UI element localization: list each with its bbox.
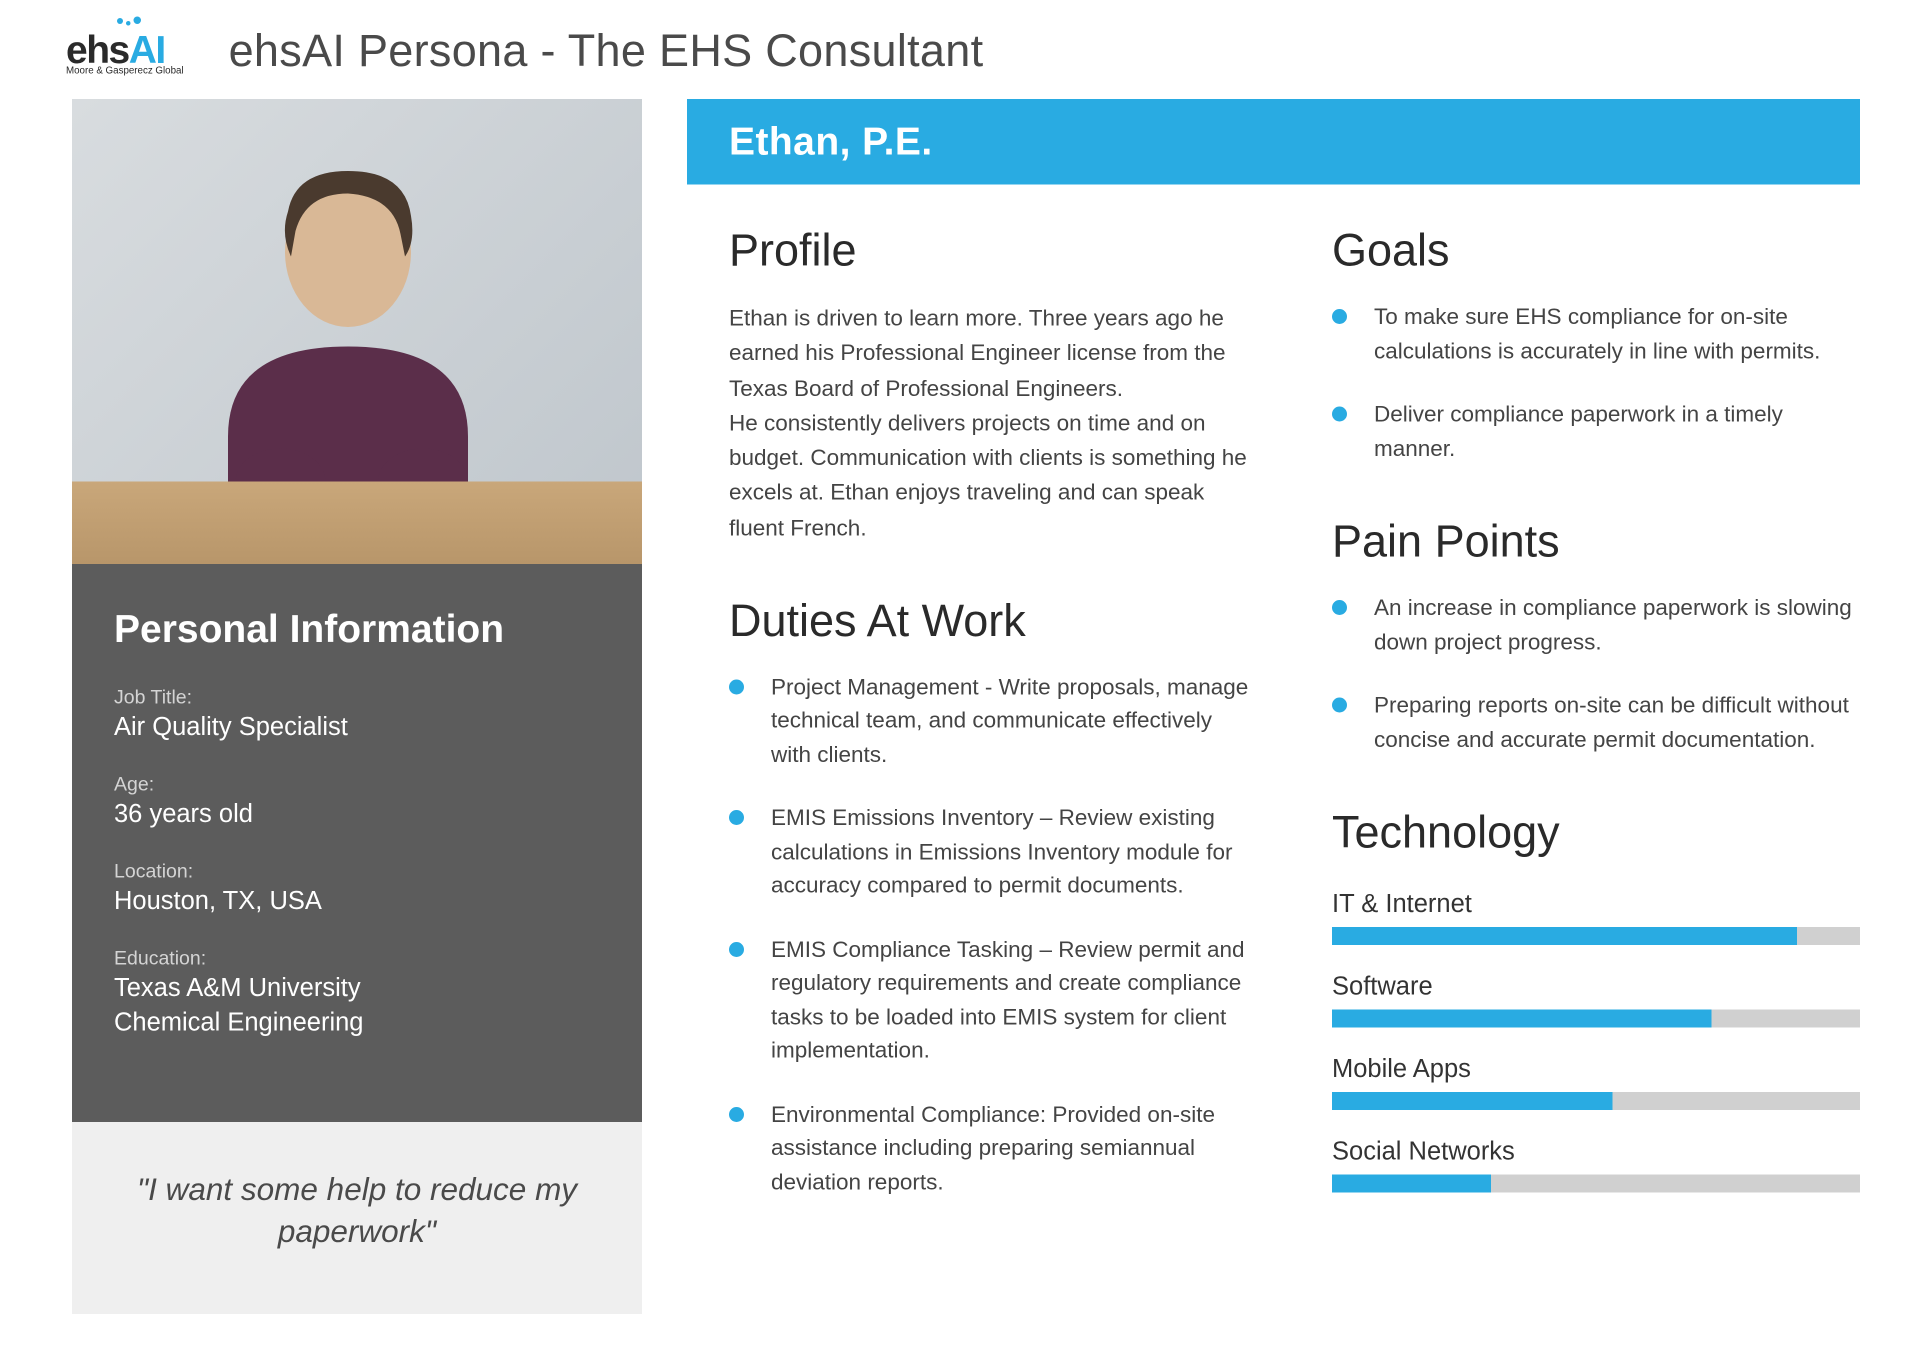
list-item-text: Project Management - Write proposals, ma… xyxy=(771,672,1257,773)
tech-label: Mobile Apps xyxy=(1332,1055,1860,1085)
tech-row: Social Networks xyxy=(1332,1137,1860,1193)
logo-text: ehsAI xyxy=(66,29,165,68)
tech-row: Mobile Apps xyxy=(1332,1055,1860,1111)
list-item-text: EMIS Compliance Tasking – Review permit … xyxy=(771,934,1257,1069)
tech-bar xyxy=(1332,1175,1860,1193)
quote-block: "I want some help to reduce my paperwork… xyxy=(72,1122,642,1315)
tech-bar xyxy=(1332,927,1860,945)
info-field-value: 36 years old xyxy=(114,798,600,832)
duties-heading: Duties At Work xyxy=(729,597,1257,648)
logo-dots-icon xyxy=(117,17,141,25)
tech-label: Software xyxy=(1332,972,1860,1002)
tech-bar-fill xyxy=(1332,927,1797,945)
info-field-label: Age: xyxy=(114,772,600,795)
info-field-label: Location: xyxy=(114,859,600,882)
list-item: Deliver compliance paperwork in a timely… xyxy=(1332,399,1860,467)
tech-bar xyxy=(1332,1010,1860,1028)
list-item: Project Management - Write proposals, ma… xyxy=(729,672,1257,773)
tech-row: IT & Internet xyxy=(1332,890,1860,946)
logo-suffix: AI xyxy=(129,26,165,71)
list-item: Preparing reports on-site can be difficu… xyxy=(1332,690,1860,758)
list-item-text: EMIS Emissions Inventory – Review existi… xyxy=(771,803,1257,904)
duties-list: Project Management - Write proposals, ma… xyxy=(729,672,1257,1201)
list-item: Environmental Compliance: Provided on-si… xyxy=(729,1099,1257,1200)
pain-points-list: An increase in compliance paperwork is s… xyxy=(1332,593,1860,758)
desk-surface xyxy=(72,482,642,565)
tech-bar xyxy=(1332,1092,1860,1110)
logo: ehsAI Moore & Gasperecz Global xyxy=(66,29,184,76)
list-item-text: Deliver compliance paperwork in a timely… xyxy=(1374,399,1860,467)
list-item-text: An increase in compliance paperwork is s… xyxy=(1374,593,1860,661)
info-field-value: Texas A&M University Chemical Engineerin… xyxy=(114,972,600,1041)
bullet-icon xyxy=(1332,407,1347,422)
bullet-icon xyxy=(1332,600,1347,615)
list-item-text: To make sure EHS compliance for on-site … xyxy=(1374,302,1860,370)
info-field-value: Houston, TX, USA xyxy=(114,885,600,919)
technology-heading: Technology xyxy=(1332,809,1860,860)
tech-bar-fill xyxy=(1332,1092,1612,1110)
logo-prefix: ehs xyxy=(66,26,129,71)
page-title: ehsAI Persona - The EHS Consultant xyxy=(229,27,984,78)
profile-heading: Profile xyxy=(729,227,1257,278)
bullet-icon xyxy=(729,942,744,957)
tech-row: Software xyxy=(1332,972,1860,1028)
info-field-value: Air Quality Specialist xyxy=(114,711,600,745)
bullet-icon xyxy=(729,679,744,694)
technology-list: IT & Internet Software Mobile Apps Social N… xyxy=(1332,890,1860,1193)
personal-info-panel: Personal Information Job Title:Air Quali… xyxy=(72,564,642,1122)
personal-info-heading: Personal Information xyxy=(114,606,600,653)
list-item-text: Preparing reports on-site can be difficu… xyxy=(1374,690,1860,758)
pain-points-heading: Pain Points xyxy=(1332,518,1860,569)
tech-label: Social Networks xyxy=(1332,1137,1860,1167)
info-field-label: Education: xyxy=(114,946,600,969)
bullet-icon xyxy=(729,810,744,825)
goals-heading: Goals xyxy=(1332,227,1860,278)
bullet-icon xyxy=(729,1107,744,1122)
persona-photo xyxy=(72,99,642,564)
tech-label: IT & Internet xyxy=(1332,890,1860,920)
goals-list: To make sure EHS compliance for on-site … xyxy=(1332,302,1860,467)
list-item: To make sure EHS compliance for on-site … xyxy=(1332,302,1860,370)
list-item: An increase in compliance paperwork is s… xyxy=(1332,593,1860,661)
tech-bar-fill xyxy=(1332,1175,1490,1193)
profile-text: Ethan is driven to learn more. Three yea… xyxy=(729,302,1257,546)
persona-quote: "I want some help to reduce my paperwork… xyxy=(117,1170,597,1255)
persona-name-banner: Ethan, P.E. xyxy=(687,99,1860,185)
list-item: EMIS Emissions Inventory – Review existi… xyxy=(729,803,1257,904)
list-item: EMIS Compliance Tasking – Review permit … xyxy=(729,934,1257,1069)
bullet-icon xyxy=(1332,309,1347,324)
info-field-label: Job Title: xyxy=(114,686,600,709)
bullet-icon xyxy=(1332,698,1347,713)
list-item-text: Environmental Compliance: Provided on-si… xyxy=(771,1099,1257,1200)
header: ehsAI Moore & Gasperecz Global ehsAI Per… xyxy=(0,0,1920,99)
tech-bar-fill xyxy=(1332,1010,1712,1028)
